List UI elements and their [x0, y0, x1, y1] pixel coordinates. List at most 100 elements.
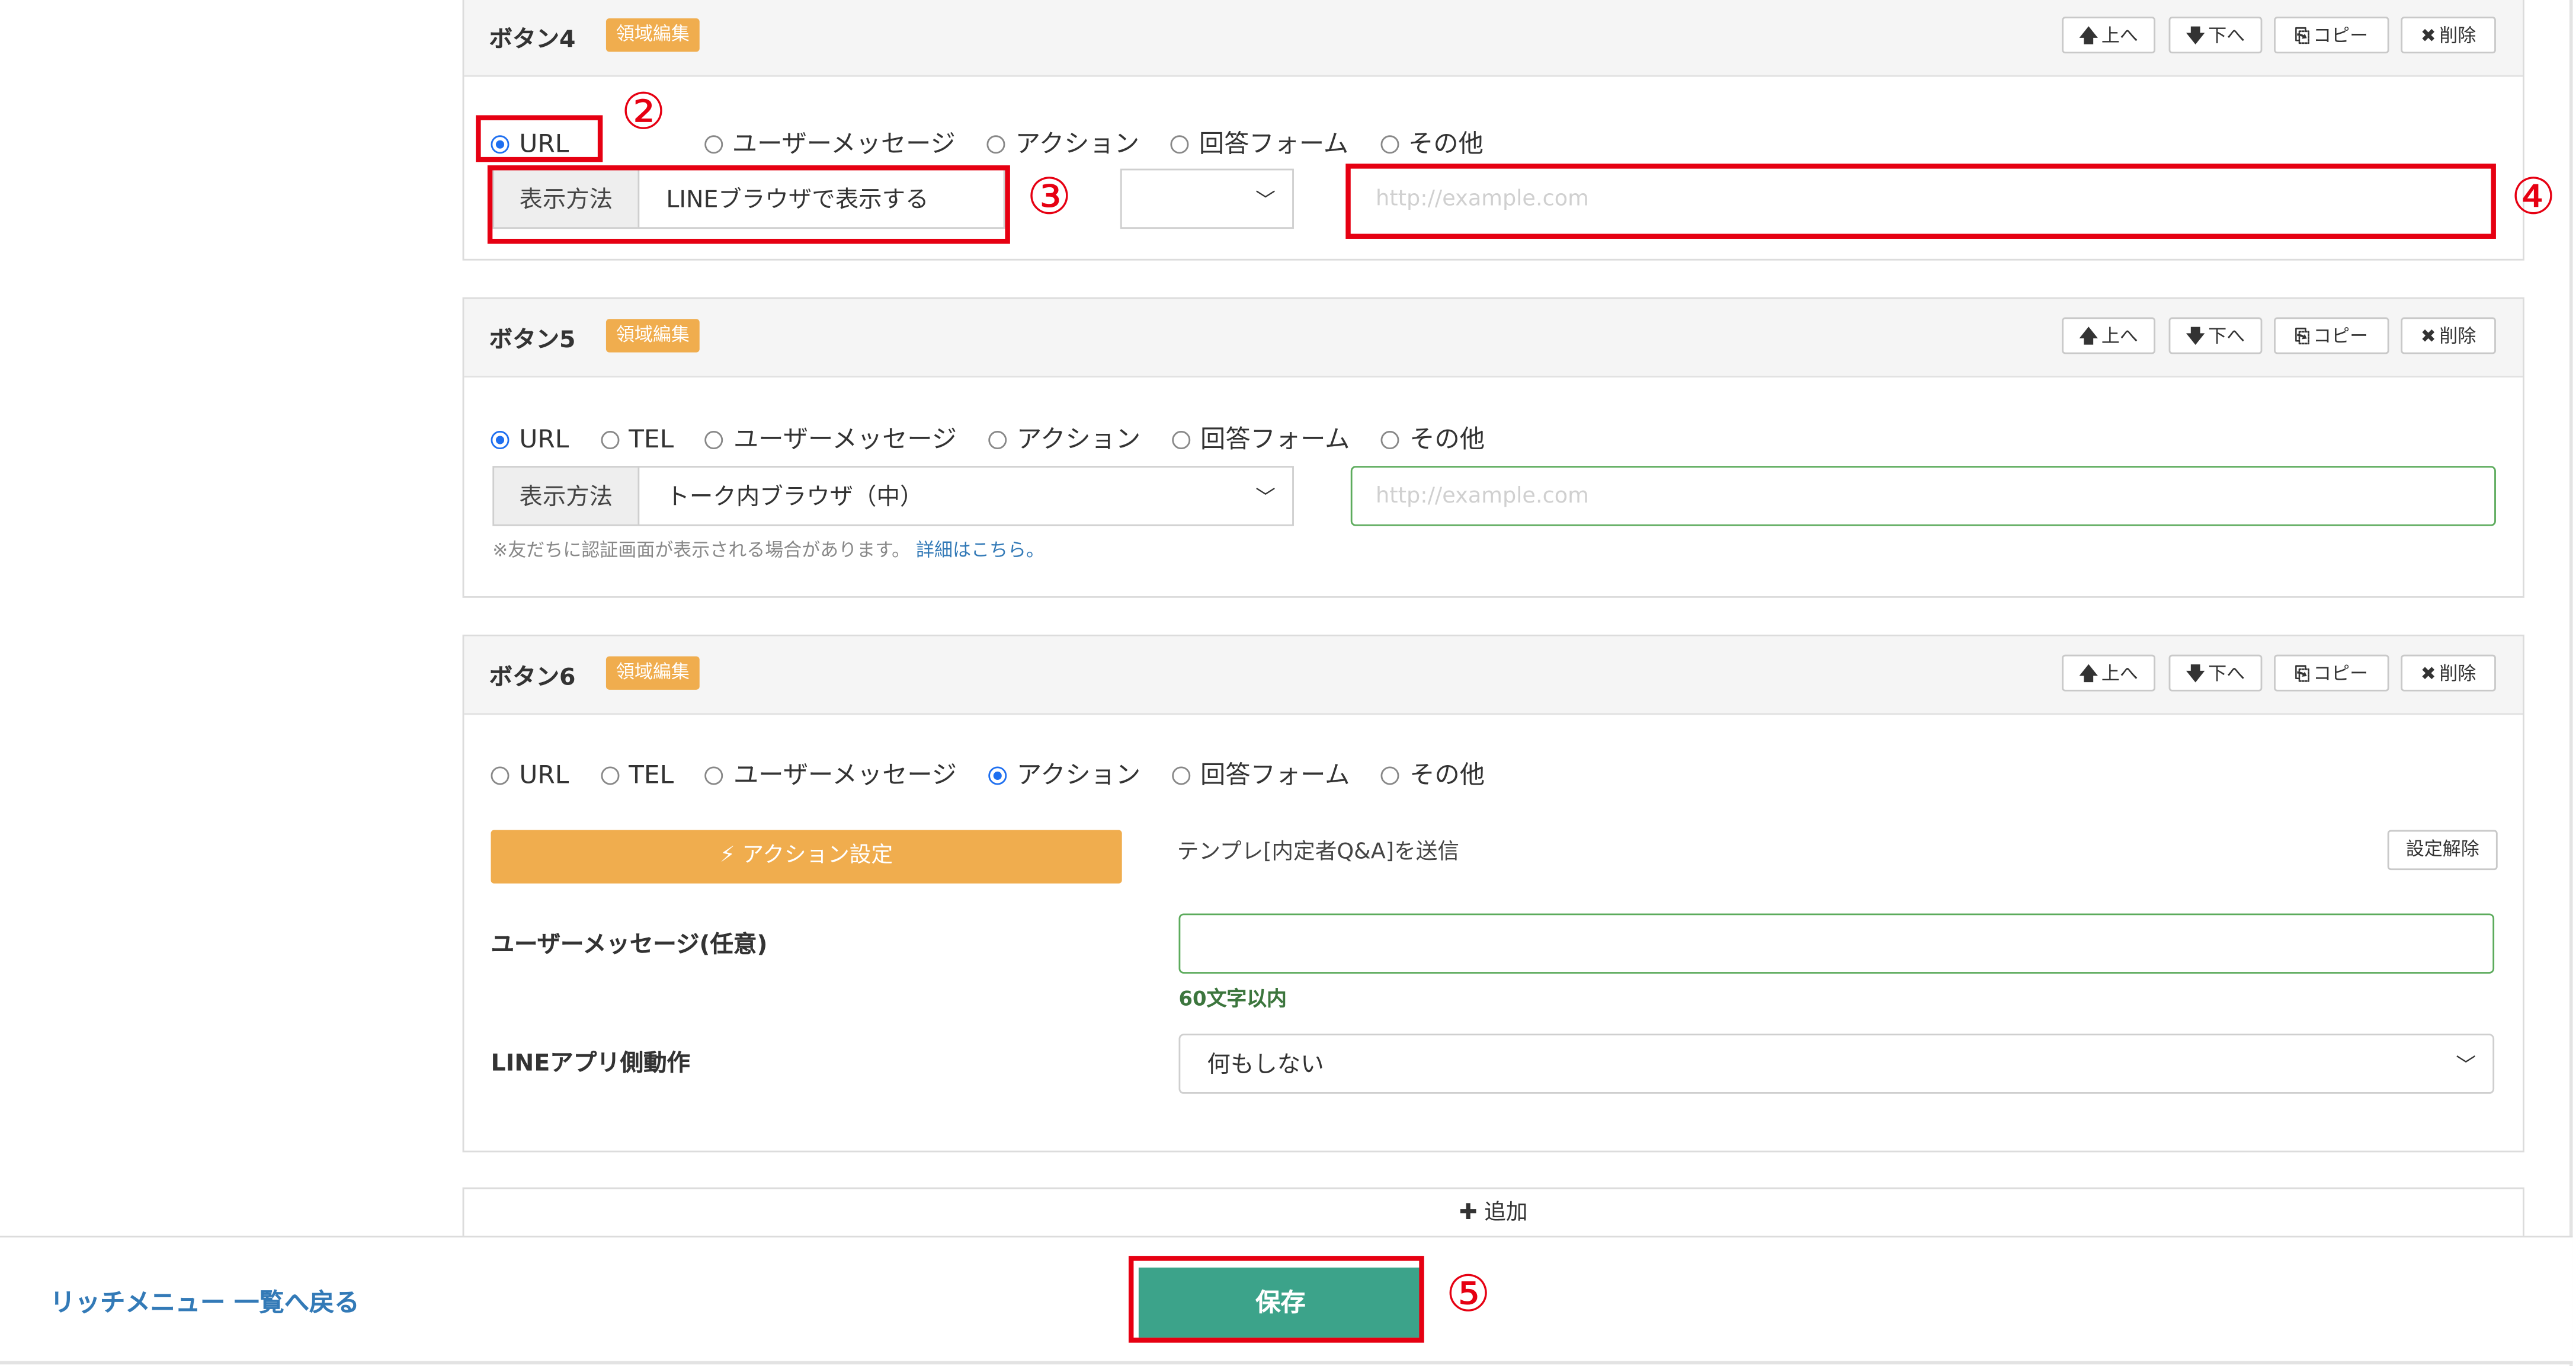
- close-icon: ✖: [2420, 663, 2436, 685]
- frame-border-bottom: [0, 1361, 2573, 1365]
- display-method-select[interactable]: ﹀: [1120, 168, 1294, 229]
- arrow-down-icon: 🡇: [2186, 25, 2205, 47]
- radio-dot[interactable]: [1170, 135, 1189, 154]
- radio-label: ユーザーメッセージ: [732, 128, 956, 159]
- user-message-label: ユーザーメッセージ(任意): [491, 932, 768, 959]
- radio-dot[interactable]: [1381, 431, 1400, 450]
- radio-dot[interactable]: [988, 766, 1007, 785]
- copy-button[interactable]: ⎘ コピー: [2274, 654, 2389, 692]
- add-button[interactable]: ✚ 追加: [462, 1187, 2524, 1241]
- radio-url[interactable]: URL: [491, 760, 569, 790]
- radio-action[interactable]: アクション: [988, 421, 1140, 456]
- app-action-value: 何もしない: [1207, 1052, 1324, 1079]
- region-edit-badge[interactable]: 領域編集: [605, 18, 700, 52]
- move-up-label: 上へ: [2101, 325, 2138, 348]
- radio-user-message[interactable]: ユーザーメッセージ: [705, 757, 957, 792]
- radio-dot[interactable]: [986, 135, 1005, 154]
- radio-label: アクション: [1016, 760, 1141, 790]
- move-down-button[interactable]: 🡇 下へ: [2168, 654, 2263, 692]
- rich-menu-editor: ボタン4 領域編集 🡅 上へ 🡇 下へ ⎘ コピー ✖ 削除 URL ユーザーメッセージ…: [0, 0, 2576, 1366]
- radio-label: アクション: [1015, 128, 1140, 159]
- display-method-select[interactable]: トーク内ブラウザ（中） ﹀: [637, 466, 1294, 526]
- move-down-label: 下へ: [2208, 663, 2245, 685]
- radio-dot[interactable]: [1172, 766, 1191, 785]
- char-limit-note: 60文字以内: [1178, 987, 1287, 1010]
- radio-dot[interactable]: [600, 766, 619, 785]
- radio-answer-form[interactable]: 回答フォーム: [1172, 421, 1350, 456]
- arrow-up-icon: 🡅: [2079, 325, 2098, 348]
- radio-url[interactable]: URL: [491, 424, 569, 455]
- button-panel-6: ボタン6 領域編集 🡅 上へ 🡇 下へ ⎘ コピー ✖ 削除 URL TEL ユーザーメ…: [462, 634, 2524, 1153]
- copy-button[interactable]: ⎘ コピー: [2274, 317, 2389, 354]
- delete-button[interactable]: ✖ 削除: [2401, 17, 2496, 54]
- radio-other[interactable]: その他: [1380, 125, 1484, 160]
- delete-label: 削除: [2439, 25, 2476, 47]
- move-up-button[interactable]: 🡅 上へ: [2062, 17, 2156, 54]
- radio-tel[interactable]: TEL: [600, 424, 674, 454]
- move-up-label: 上へ: [2101, 663, 2138, 685]
- radio-label: その他: [1409, 424, 1485, 455]
- radio-answer-form[interactable]: 回答フォーム: [1172, 757, 1350, 792]
- details-link[interactable]: 詳細はこちら。: [916, 539, 1045, 561]
- chevron-down-icon: ﹀: [1255, 486, 1276, 510]
- chevron-down-icon: ﹀: [2456, 1054, 2476, 1077]
- type-radio-group: URL TEL ユーザーメッセージ アクション 回答フォーム その他: [491, 421, 1508, 456]
- radio-action[interactable]: アクション: [988, 757, 1140, 792]
- radio-user-message[interactable]: ユーザーメッセージ: [703, 125, 956, 160]
- radio-dot[interactable]: [491, 766, 510, 785]
- bolt-icon: ⚡: [720, 843, 735, 869]
- move-up-button[interactable]: 🡅 上へ: [2062, 317, 2156, 354]
- copy-button[interactable]: ⎘ コピー: [2274, 17, 2389, 54]
- region-edit-badge[interactable]: 領域編集: [605, 319, 700, 353]
- highlight-box-url-input: [1345, 164, 2496, 239]
- annotation-3: ③: [1027, 168, 1072, 228]
- radio-user-message[interactable]: ユーザーメッセージ: [705, 421, 957, 456]
- region-edit-badge[interactable]: 領域編集: [605, 656, 700, 690]
- delete-button[interactable]: ✖ 削除: [2401, 317, 2496, 354]
- highlight-box-save: [1128, 1256, 1424, 1343]
- radio-tel[interactable]: TEL: [600, 760, 674, 790]
- copy-label: コピー: [2313, 663, 2369, 685]
- radio-dot[interactable]: [600, 431, 619, 450]
- radio-action[interactable]: アクション: [986, 125, 1140, 160]
- frame-border-right: [2569, 0, 2573, 1366]
- move-up-label: 上へ: [2101, 25, 2138, 47]
- radio-dot[interactable]: [491, 431, 510, 450]
- radio-dot[interactable]: [703, 135, 722, 154]
- app-action-label: LINEアプリ側動作: [491, 1050, 691, 1077]
- radio-dot[interactable]: [1380, 135, 1399, 154]
- radio-label: 回答フォーム: [1199, 128, 1349, 159]
- radio-other[interactable]: その他: [1381, 757, 1485, 792]
- close-icon: ✖: [2420, 25, 2436, 47]
- panel-header: ボタン6 領域編集 🡅 上へ 🡇 下へ ⎘ コピー ✖ 削除: [464, 636, 2523, 715]
- radio-label: 回答フォーム: [1200, 760, 1350, 790]
- radio-dot[interactable]: [988, 431, 1007, 450]
- chevron-down-icon: ﹀: [1255, 188, 1276, 212]
- move-down-button[interactable]: 🡇 下へ: [2168, 17, 2263, 54]
- close-icon: ✖: [2420, 325, 2436, 348]
- app-action-select[interactable]: 何もしない ﹀: [1178, 1034, 2495, 1094]
- radio-label: 回答フォーム: [1200, 424, 1350, 455]
- radio-other[interactable]: その他: [1381, 421, 1485, 456]
- action-settings-button[interactable]: ⚡ アクション設定: [491, 830, 1122, 884]
- move-down-label: 下へ: [2208, 25, 2245, 47]
- user-message-input[interactable]: [1178, 913, 2495, 974]
- radio-dot[interactable]: [1172, 431, 1191, 450]
- radio-dot[interactable]: [1381, 766, 1400, 785]
- radio-dot[interactable]: [705, 766, 724, 785]
- add-label: 追加: [1484, 1201, 1528, 1226]
- back-to-list-link[interactable]: リッチメニュー 一覧へ戻る: [50, 1284, 360, 1319]
- radio-label: アクション: [1016, 424, 1141, 455]
- radio-answer-form[interactable]: 回答フォーム: [1170, 125, 1349, 160]
- display-method-label: 表示方法: [492, 466, 640, 526]
- move-down-button[interactable]: 🡇 下へ: [2168, 317, 2263, 354]
- radio-label: URL: [519, 424, 569, 455]
- radio-dot[interactable]: [705, 431, 724, 450]
- highlight-box-display: [487, 165, 1010, 244]
- unset-button[interactable]: 設定解除: [2387, 830, 2498, 871]
- move-up-button[interactable]: 🡅 上へ: [2062, 654, 2156, 692]
- url-input[interactable]: http://example.com: [1350, 466, 2496, 526]
- panel-header: ボタン5 領域編集 🡅 上へ 🡇 下へ ⎘ コピー ✖ 削除: [464, 299, 2523, 378]
- delete-button[interactable]: ✖ 削除: [2401, 654, 2496, 692]
- arrow-down-icon: 🡇: [2186, 663, 2205, 685]
